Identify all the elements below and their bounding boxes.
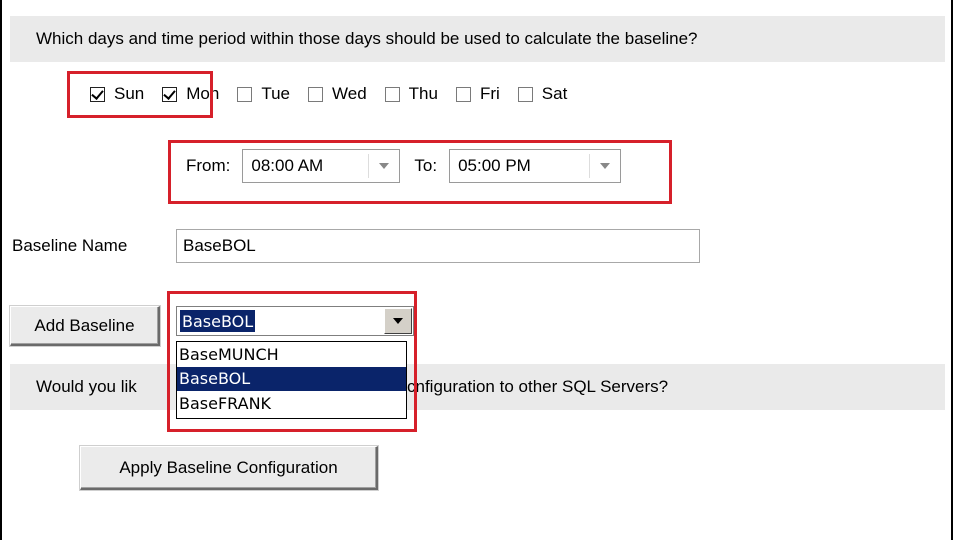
day-tue[interactable]: Tue <box>237 84 290 104</box>
days-section-prompt: Which days and time period within those … <box>36 29 698 48</box>
baseline-name-label: Baseline Name <box>12 236 128 255</box>
time-highlight-box <box>168 140 672 204</box>
sat-checkbox[interactable] <box>517 86 533 102</box>
apply-baseline-label: Apply Baseline Configuration <box>119 457 338 477</box>
wed-checkbox[interactable] <box>308 86 323 102</box>
fri-label: Fri <box>479 84 500 103</box>
apply-section-header: Would you lik cnfiguration to other SQL … <box>10 364 945 410</box>
tue-label: Tue <box>261 84 290 103</box>
baseline-name-value: BaseBOL <box>183 236 256 255</box>
days-section-header: Which days and time period within those … <box>10 16 945 62</box>
dropdown-highlight-box <box>167 291 417 432</box>
thu-label: Thu <box>408 84 438 103</box>
day-fri[interactable]: Fri <box>455 84 500 104</box>
add-baseline-button[interactable]: Add Baseline <box>10 306 160 346</box>
fri-checkbox[interactable] <box>455 86 471 102</box>
tue-checkbox[interactable] <box>237 86 253 102</box>
day-sat[interactable]: Sat <box>517 84 568 104</box>
wed-label: Wed <box>332 84 367 103</box>
apply-prompt-end: cnfiguration to other SQL Servers? <box>407 377 669 396</box>
baseline-name-input[interactable]: BaseBOL <box>176 229 700 263</box>
thu-checkbox[interactable] <box>384 86 400 102</box>
apply-prompt-start: Would you lik <box>36 377 137 396</box>
apply-baseline-button[interactable]: Apply Baseline Configuration <box>80 446 378 490</box>
add-baseline-label: Add Baseline <box>34 315 135 335</box>
days-highlight-box <box>67 71 213 118</box>
day-wed[interactable]: Wed <box>308 84 367 104</box>
day-thu[interactable]: Thu <box>384 84 438 104</box>
sat-label: Sat <box>541 84 568 103</box>
